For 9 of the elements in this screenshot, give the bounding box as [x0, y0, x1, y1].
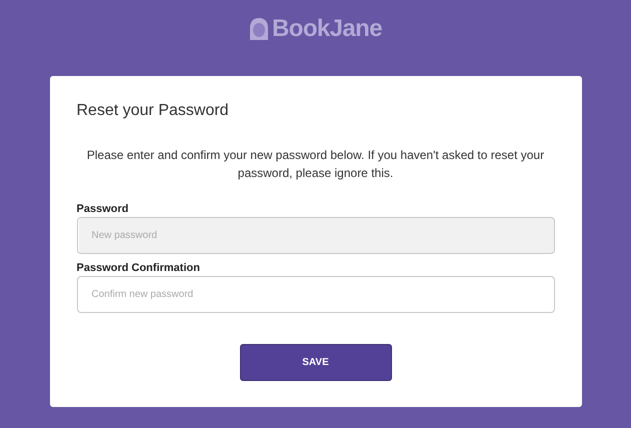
card-title: Reset your Password [76, 101, 230, 121]
logo-icon [249, 17, 270, 41]
password-field[interactable]: New password [76, 217, 554, 254]
field-label: Password Confirmation [76, 262, 201, 275]
logo-text: BookJane [272, 14, 382, 44]
field-label: Password [76, 203, 130, 216]
instructions-text: Please enter and confirm your new password below. If you haven't asked to reset your password, please ignore this. [86, 147, 546, 182]
password-field[interactable]: Confirm new password [76, 276, 554, 313]
save-button[interactable]: SAVE [240, 344, 392, 381]
